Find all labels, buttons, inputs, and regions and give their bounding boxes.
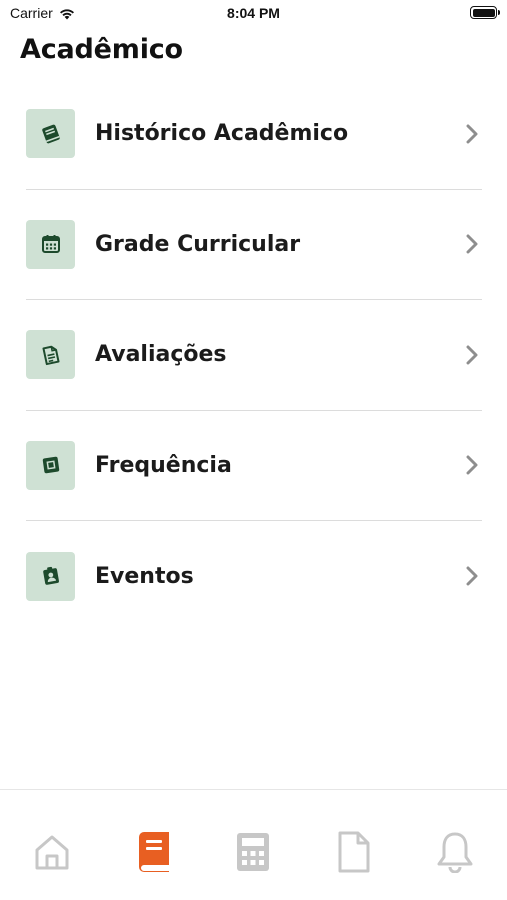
- chevron-right-icon: [464, 345, 480, 365]
- menu-item-eventos[interactable]: Eventos: [26, 521, 482, 632]
- menu-item-avaliacoes[interactable]: Avaliações: [26, 300, 482, 411]
- menu-item-label: Frequência: [95, 452, 232, 478]
- tab-home[interactable]: [28, 828, 76, 876]
- square-icon: [26, 440, 75, 490]
- menu-item-label: Eventos: [95, 563, 194, 589]
- tab-documents[interactable]: [330, 828, 378, 876]
- clock: 8:04 PM: [227, 5, 280, 21]
- page-title: Acadêmico: [20, 34, 183, 65]
- calendar-icon: [26, 219, 75, 269]
- chevron-right-icon: [464, 566, 480, 586]
- badge-icon: [26, 551, 75, 601]
- menu-list: Histórico Acadêmico Grade Curricular Ava…: [26, 79, 482, 632]
- status-bar: Carrier 8:04 PM: [0, 0, 507, 28]
- calculator-icon: [237, 833, 269, 871]
- book-icon: [139, 832, 169, 872]
- menu-item-historico-academico[interactable]: Histórico Acadêmico: [26, 79, 482, 190]
- chevron-right-icon: [464, 455, 480, 475]
- tab-bar: [0, 789, 507, 900]
- document-icon: [26, 330, 75, 380]
- menu-item-grade-curricular[interactable]: Grade Curricular: [26, 190, 482, 300]
- tab-notifications[interactable]: [431, 828, 479, 876]
- file-icon: [338, 831, 370, 873]
- bell-icon: [437, 832, 473, 873]
- home-icon: [35, 835, 69, 870]
- tab-calculator[interactable]: [229, 828, 277, 876]
- chevron-right-icon: [464, 234, 480, 254]
- tab-academico[interactable]: [129, 828, 177, 876]
- chevron-right-icon: [464, 124, 480, 144]
- menu-item-label: Grade Curricular: [95, 231, 301, 257]
- menu-item-label: Avaliações: [95, 342, 227, 368]
- menu-item-frequencia[interactable]: Frequência: [26, 411, 482, 521]
- battery-icon: [470, 6, 500, 19]
- book-icon: [26, 109, 75, 159]
- menu-item-label: Histórico Acadêmico: [95, 121, 349, 147]
